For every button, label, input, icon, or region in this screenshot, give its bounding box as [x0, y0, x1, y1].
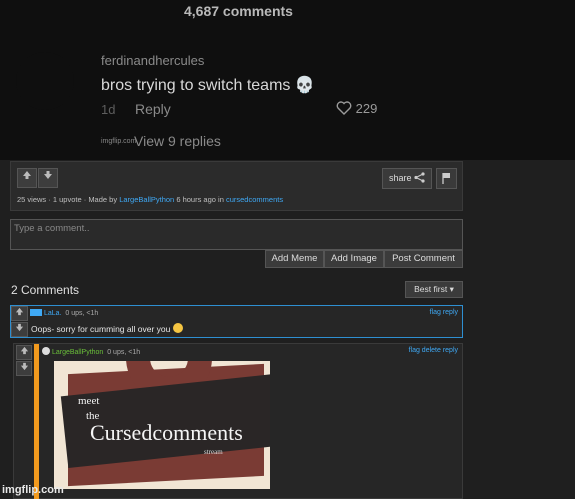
- reply-actions[interactable]: flag delete reply: [409, 347, 458, 354]
- reply-downvote-button[interactable]: [16, 361, 32, 376]
- comment-input[interactable]: Type a comment..: [10, 219, 463, 250]
- flag-button[interactable]: [436, 168, 457, 189]
- comment-item: LaLa. 0 ups, <1h flag reply Oops- sorry …: [10, 305, 463, 338]
- meme-avatar: [16, 52, 74, 110]
- reply-username[interactable]: LargeBallPython: [52, 349, 103, 356]
- reply-upvote-button[interactable]: [16, 345, 32, 360]
- user-avatar-icon: [30, 309, 42, 316]
- imgflip-watermark: imgflip.com: [2, 484, 64, 496]
- reply-thread-bar: [34, 344, 39, 499]
- meme-likes-count: 229: [355, 101, 378, 116]
- arrow-down-icon: [15, 323, 24, 332]
- comment-body: LaLa. 0 ups, <1h flag reply Oops- sorry …: [30, 306, 462, 337]
- meme-likes: 229: [336, 101, 377, 116]
- share-icon: [414, 172, 425, 183]
- image-stream-text: stream: [204, 448, 223, 456]
- arrow-up-icon: [20, 346, 28, 355]
- meme-reply-label: Reply: [135, 101, 171, 117]
- upvote-button[interactable]: [17, 168, 37, 188]
- post-info-panel: 25 views · 1 upvote · Made by LargeBallP…: [10, 161, 463, 211]
- share-label: share: [388, 173, 412, 183]
- comment-text: Oops- sorry for cumming all over you: [31, 323, 183, 334]
- post-author-link[interactable]: LargeBallPython: [119, 195, 174, 204]
- heart-icon: [336, 101, 352, 115]
- post-meta: 25 views · 1 upvote · Made by LargeBallP…: [17, 195, 284, 204]
- reply-meme-image[interactable]: meet the Cursedcomments stream: [54, 361, 270, 489]
- meme-time: 1d: [101, 102, 116, 117]
- arrow-up-icon: [23, 171, 31, 179]
- meme-watermark: imgflip.com: [101, 138, 137, 145]
- arrow-down-icon: [20, 362, 28, 371]
- post-comment-button[interactable]: Post Comment: [384, 250, 463, 268]
- comment-actions[interactable]: flag reply: [430, 309, 458, 316]
- comment-username[interactable]: LaLa.: [44, 310, 62, 317]
- image-title-text: Cursedcomments: [90, 420, 243, 445]
- sort-label: Best first: [414, 284, 448, 294]
- reply-header: LargeBallPython 0 ups, <1h: [42, 347, 140, 356]
- meme-view-replies: View 9 replies: [134, 133, 221, 149]
- comment-upvote-button[interactable]: [11, 306, 28, 321]
- post-time: 6 hours ago in: [176, 195, 224, 204]
- downvote-button[interactable]: [38, 168, 58, 188]
- meme-image: 4,687 comments ferdinandhercules bros tr…: [0, 0, 575, 160]
- sort-dropdown[interactable]: Best first ▾: [405, 281, 463, 298]
- add-meme-button[interactable]: Add Meme: [265, 250, 324, 268]
- comment-text-content: Oops- sorry for cumming all over you: [31, 324, 171, 334]
- arrow-down-icon: [44, 171, 52, 179]
- comment-reply-item: LargeBallPython 0 ups, <1h flag delete r…: [13, 343, 463, 499]
- user-avatar-icon: [42, 347, 50, 355]
- share-button[interactable]: share: [381, 168, 432, 189]
- made-by-label: Made by: [88, 195, 118, 204]
- comment-downvote-button[interactable]: [11, 322, 28, 337]
- meme-username: ferdinandhercules: [101, 53, 205, 68]
- chevron-down-icon: ▾: [449, 284, 454, 294]
- image-meet-text: meet: [78, 395, 100, 407]
- meme-comment-text: bros trying to switch teams 💀: [101, 77, 315, 94]
- flag-icon: [442, 173, 450, 184]
- add-image-button[interactable]: Add Image: [324, 250, 384, 268]
- comment-meta: 0 ups, <1h: [65, 310, 99, 317]
- reply-meta: 0 ups, <1h: [107, 349, 141, 356]
- comment-header: LaLa. 0 ups, <1h: [30, 309, 98, 317]
- post-views: 25 views: [17, 195, 47, 204]
- post-stream-link[interactable]: cursedcomments: [226, 195, 283, 204]
- meme-comment-count: 4,687 comments: [184, 3, 293, 19]
- arrow-up-icon: [15, 307, 24, 316]
- comments-count-title: 2 Comments: [11, 283, 80, 297]
- post-upvotes: 1 upvote: [52, 195, 82, 204]
- grimace-emoji-icon: [172, 323, 183, 333]
